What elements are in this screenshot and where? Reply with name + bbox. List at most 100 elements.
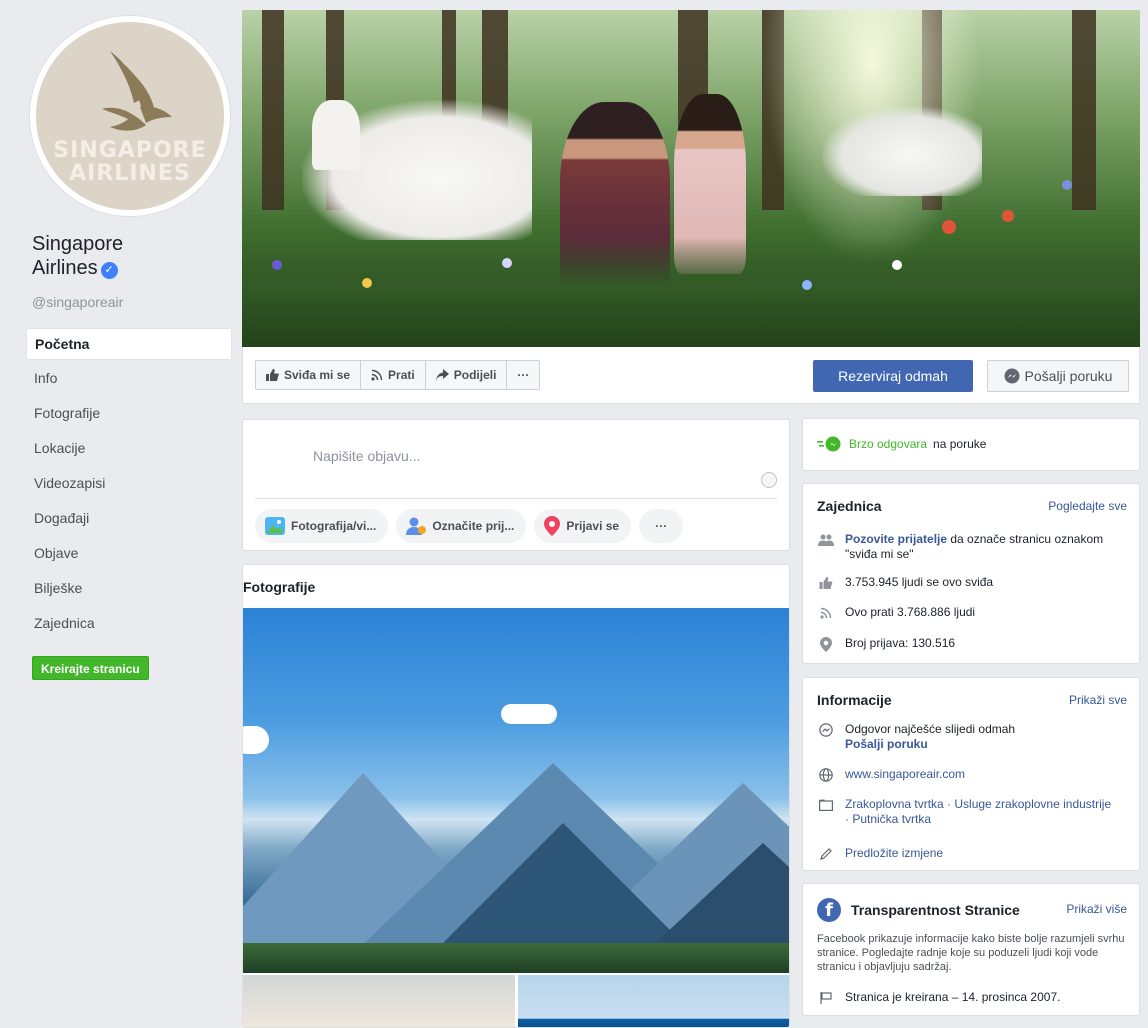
community-see-all-link[interactable]: Pogledajte sve bbox=[1048, 499, 1127, 513]
thumbs-up-icon bbox=[817, 575, 835, 591]
checkins-count: Broj prijava: 130.516 bbox=[845, 636, 956, 650]
cover-photo[interactable] bbox=[242, 10, 1140, 347]
tag-friends-label: Označite prij... bbox=[432, 519, 515, 533]
divider bbox=[255, 498, 777, 499]
page-created-date: Stranica je kreirana – 14. prosinca 2007… bbox=[845, 990, 1061, 1004]
response-text: Odgovor najčešće slijedi odmah bbox=[845, 722, 1016, 736]
cloud bbox=[243, 726, 269, 754]
created-row: Stranica je kreirana – 14. prosinca 2007… bbox=[817, 990, 1060, 1006]
thumbs-up-icon bbox=[266, 369, 279, 381]
photo-thumbnail[interactable] bbox=[243, 975, 515, 1027]
messenger-icon bbox=[1004, 368, 1020, 384]
likes-count: 3.753.945 ljudi se ovo sviđa bbox=[845, 575, 994, 589]
bird-logo-icon bbox=[102, 51, 172, 131]
valley bbox=[243, 943, 789, 973]
nav-item-home[interactable]: Početna bbox=[26, 328, 232, 360]
profile-picture[interactable]: SINGAPORE AIRLINES bbox=[30, 16, 230, 216]
check-in-label: Prijavi se bbox=[566, 519, 620, 533]
messenger-icon bbox=[817, 722, 835, 738]
composer-avatar bbox=[255, 434, 295, 474]
photos-section: Fotografije bbox=[242, 564, 790, 1028]
flower bbox=[892, 260, 902, 270]
response-rest: na poruke bbox=[933, 437, 987, 451]
transparency-title[interactable]: Transparentnost Stranice bbox=[851, 902, 1020, 918]
nav-item-community[interactable]: Zajednica bbox=[26, 607, 232, 642]
community-card: Zajednica Pogledajte sve Pozovite prijat… bbox=[802, 483, 1140, 664]
follows-row: Ovo prati 3.768.886 ljudi bbox=[817, 605, 975, 621]
photos-title-text: Fotografije bbox=[243, 579, 316, 595]
facebook-logo-icon: f bbox=[817, 898, 841, 922]
rss-follow-icon bbox=[371, 369, 383, 381]
suggest-edits-row: Predložite izmjene bbox=[817, 846, 943, 862]
emoji-icon[interactable] bbox=[761, 472, 777, 488]
photo-mountains[interactable] bbox=[243, 608, 789, 973]
more-dots-icon: ··· bbox=[655, 519, 668, 533]
like-label: Sviđa mi se bbox=[284, 368, 351, 382]
nav-item-videos[interactable]: Videozapisi bbox=[26, 467, 232, 502]
forest-floor bbox=[242, 237, 1140, 347]
share-label: Podijeli bbox=[453, 368, 497, 382]
friends-icon bbox=[817, 532, 835, 548]
info-title[interactable]: Informacije bbox=[817, 692, 892, 708]
suggest-edits-link[interactable]: Predložite izmjene bbox=[845, 846, 943, 861]
flower bbox=[942, 220, 956, 234]
info-show-all-link[interactable]: Prikaži sve bbox=[1069, 693, 1127, 707]
info-card: Informacije Prikaži sve Odgovor najčešće… bbox=[802, 677, 1140, 871]
create-page-button[interactable]: Kreirajte stranicu bbox=[32, 656, 149, 680]
invite-friends-row: Pozovite prijatelje da označe stranicu o… bbox=[817, 532, 1117, 562]
logo-text: SINGAPORE AIRLINES bbox=[53, 139, 206, 185]
tag-friends-button[interactable]: Označite prij... bbox=[396, 509, 527, 543]
nav-item-photos[interactable]: Fotografije bbox=[26, 397, 232, 432]
community-title[interactable]: Zajednica bbox=[817, 498, 882, 514]
page-transparency-card: f Transparentnost Stranice Prikaži više … bbox=[802, 883, 1140, 1016]
flower bbox=[1062, 180, 1072, 190]
unicorn-figure bbox=[822, 106, 982, 196]
nav-item-events[interactable]: Događaji bbox=[26, 502, 232, 537]
book-now-button[interactable]: Rezerviraj odmah bbox=[813, 360, 973, 392]
fast-reply-icon bbox=[817, 436, 841, 452]
more-dots-icon: ··· bbox=[517, 368, 530, 382]
photo-video-label: Fotografija/vi... bbox=[291, 519, 377, 533]
send-message-button[interactable]: Pošalji poruku bbox=[987, 360, 1129, 392]
flower bbox=[272, 260, 282, 270]
invite-friends-link[interactable]: Pozovite prijatelje bbox=[845, 532, 947, 546]
response-time-card: Brzo odgovara na poruke bbox=[802, 418, 1140, 471]
page-title-line-1: Singapore bbox=[32, 233, 124, 255]
flower bbox=[362, 278, 372, 288]
page-nav: Početna Info Fotografije Lokacije Videoz… bbox=[26, 328, 232, 642]
post-input[interactable]: Napišite objavu... bbox=[313, 448, 420, 464]
photo-thumbnail[interactable] bbox=[518, 975, 789, 1027]
flower bbox=[1002, 210, 1014, 222]
follow-button[interactable]: Prati bbox=[361, 361, 426, 389]
verified-badge-icon: ✓ bbox=[100, 262, 118, 279]
logo-line-2: AIRLINES bbox=[69, 161, 191, 186]
page-title[interactable]: Singapore Airlines ✓ bbox=[32, 232, 222, 280]
response-time: Brzo odgovara na poruke bbox=[817, 436, 986, 452]
composer-actions: Fotografija/vi... Označite prij... Prija… bbox=[255, 509, 684, 543]
nav-item-locations[interactable]: Lokacije bbox=[26, 432, 232, 467]
logo-line-1: SINGAPORE bbox=[53, 138, 207, 163]
page-handle[interactable]: @singaporeair bbox=[32, 294, 123, 310]
nav-item-posts[interactable]: Objave bbox=[26, 537, 232, 572]
like-button[interactable]: Sviđa mi se bbox=[256, 361, 362, 389]
page-actions-group: Sviđa mi se Prati Podijeli ··· bbox=[255, 360, 541, 390]
category-links[interactable]: Zrakoplovna tvrtka · Usluge zrakoplovne … bbox=[845, 797, 1117, 827]
share-button[interactable]: Podijeli bbox=[426, 361, 508, 389]
page: SINGAPORE AIRLINES Singapore Airlines ✓ @… bbox=[0, 0, 1148, 1028]
rss-follow-icon bbox=[817, 605, 835, 621]
share-arrow-icon bbox=[435, 369, 449, 381]
website-link[interactable]: www.singaporeair.com bbox=[845, 767, 965, 782]
checkins-row: Broj prijava: 130.516 bbox=[817, 636, 955, 652]
send-message-link[interactable]: Pošalji poruku bbox=[845, 737, 928, 751]
page-action-bar: Sviđa mi se Prati Podijeli ··· Rezervira… bbox=[242, 347, 1140, 404]
transparency-show-more-link[interactable]: Prikaži više bbox=[1066, 902, 1127, 916]
alpaca-neck bbox=[312, 100, 360, 170]
check-in-button[interactable]: Prijavi se bbox=[534, 509, 632, 543]
cloud bbox=[501, 704, 557, 724]
composer-more-button[interactable]: ··· bbox=[639, 509, 684, 543]
nav-item-notes[interactable]: Bilješke bbox=[26, 572, 232, 607]
more-options-button[interactable]: ··· bbox=[507, 361, 539, 389]
photo-video-button[interactable]: Fotografija/vi... bbox=[255, 509, 389, 543]
post-composer: Napišite objavu... Fotografija/vi... Ozn… bbox=[242, 419, 790, 551]
nav-item-info[interactable]: Info bbox=[26, 362, 232, 397]
